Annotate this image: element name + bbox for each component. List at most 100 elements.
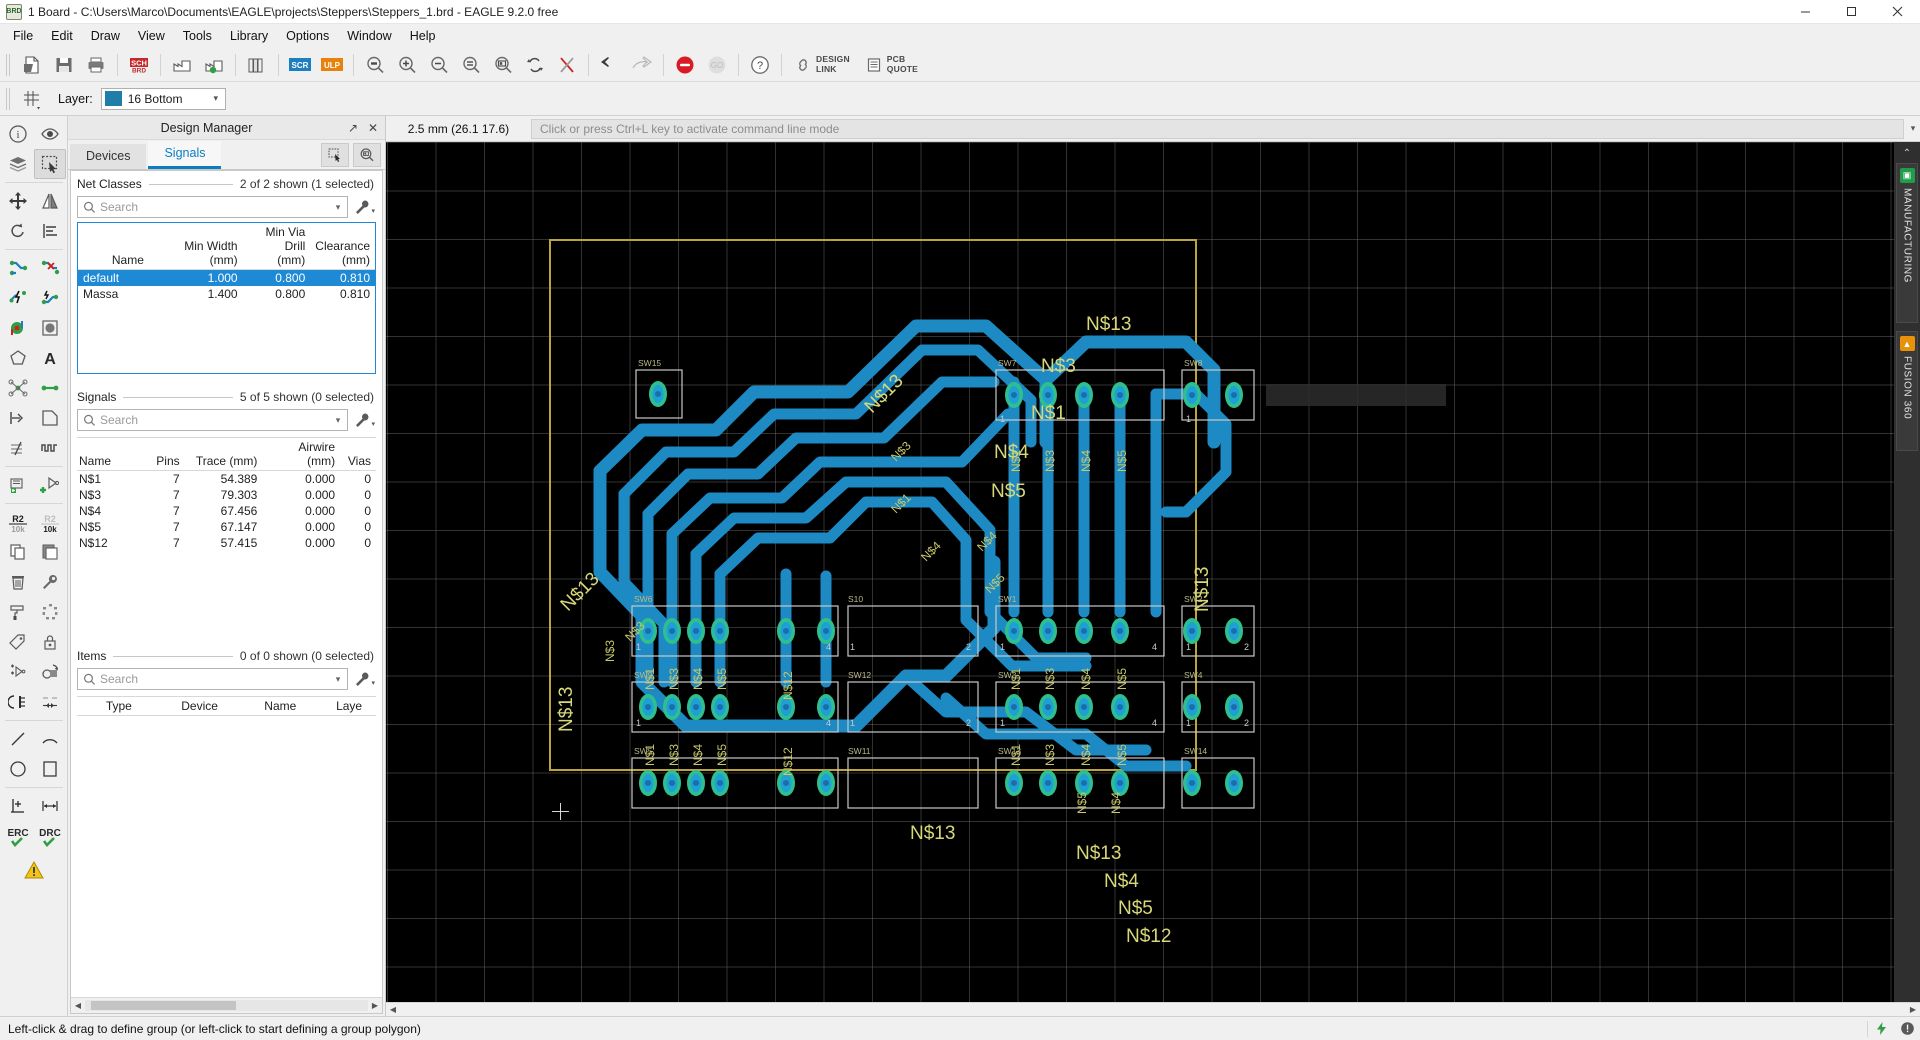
paste-icon[interactable]: [34, 537, 66, 567]
net-classes-settings-icon[interactable]: ▾: [348, 199, 376, 216]
rotate-icon[interactable]: [2, 216, 34, 246]
route-icon[interactable]: [2, 253, 34, 283]
menu-view[interactable]: View: [129, 26, 174, 46]
mirror-icon[interactable]: [34, 186, 66, 216]
polygon-icon[interactable]: [2, 343, 34, 373]
table-row[interactable]: N$3 7 79.303 0.000 0: [77, 487, 376, 503]
wrench-tool-icon[interactable]: [34, 567, 66, 597]
layer-toolbar-grip[interactable]: [5, 87, 13, 110]
col-pins[interactable]: Pins: [142, 438, 185, 471]
net-icon[interactable]: [34, 373, 66, 403]
ratsnest-icon[interactable]: [551, 50, 583, 80]
minimize-button[interactable]: [1782, 0, 1828, 24]
save-icon[interactable]: [48, 50, 80, 80]
drc-icon[interactable]: DRC: [34, 821, 66, 851]
col-layer[interactable]: Laye: [322, 697, 376, 716]
net-classes-search[interactable]: ▾: [77, 196, 348, 218]
hole-icon[interactable]: [34, 313, 66, 343]
dock-tab-manufacturing[interactable]: ▣ MANUFACTURING: [1896, 163, 1918, 323]
lightning-icon[interactable]: [1868, 1017, 1894, 1040]
col-airwire[interactable]: Airwire (mm): [262, 438, 341, 471]
align-icon[interactable]: [34, 216, 66, 246]
menu-file[interactable]: File: [4, 26, 42, 46]
display-layers-icon[interactable]: [2, 149, 34, 179]
signals-settings-icon[interactable]: ▾: [348, 412, 376, 429]
dock-tab-fusion360[interactable]: ▲ FUSION 360: [1896, 331, 1918, 451]
pcb-canvas[interactable]: N$13 N$3 N$1 N$4 N$5 N$13 N$13 N$4 N$5 N…: [386, 142, 1894, 1002]
errors-icon[interactable]: [18, 855, 50, 885]
erc-icon[interactable]: ERC: [2, 821, 34, 851]
table-row[interactable]: N$4 7 67.456 0.000 0: [77, 503, 376, 519]
generate-cam-data-icon[interactable]: [166, 50, 198, 80]
open-icon[interactable]: [16, 50, 48, 80]
col-name[interactable]: Name: [238, 697, 323, 716]
items-search-dropdown-icon[interactable]: ▾: [329, 674, 347, 685]
zoom-select-icon[interactable]: [487, 50, 519, 80]
miter-icon[interactable]: [34, 403, 66, 433]
col-vias[interactable]: Vias: [340, 438, 376, 471]
menu-options[interactable]: Options: [277, 26, 338, 46]
close-button[interactable]: [1874, 0, 1920, 24]
value-icon[interactable]: R2 10k: [34, 507, 66, 537]
split-icon[interactable]: [2, 403, 34, 433]
col-min-via-drill[interactable]: Min Via Drill (mm): [242, 223, 311, 270]
scroll-right-icon[interactable]: ▶: [368, 1001, 382, 1010]
mark-icon[interactable]: [2, 791, 34, 821]
name-icon[interactable]: R2 10k: [2, 507, 34, 537]
scroll-thumb[interactable]: [91, 1001, 236, 1010]
signals-search-dropdown-icon[interactable]: ▾: [329, 415, 347, 426]
refresh-icon[interactable]: [519, 50, 551, 80]
signals-search-input[interactable]: [100, 413, 329, 427]
ulp-icon[interactable]: ULP: [316, 50, 348, 80]
lock-icon[interactable]: [34, 627, 66, 657]
collapse-dock-icon[interactable]: ⌃: [1903, 148, 1911, 159]
menu-draw[interactable]: Draw: [82, 26, 129, 46]
show-icon[interactable]: [34, 119, 66, 149]
zoom-out-icon[interactable]: [423, 50, 455, 80]
change-icon[interactable]: [2, 433, 34, 463]
table-row[interactable]: N$1 7 54.389 0.000 0: [77, 471, 376, 488]
add-part-icon[interactable]: [2, 470, 34, 500]
design-manager-hscrollbar[interactable]: ◀ ▶: [71, 997, 382, 1013]
arc-icon[interactable]: [34, 724, 66, 754]
chevron-down-icon[interactable]: ▾: [207, 93, 225, 104]
close-panel-icon[interactable]: ✕: [365, 121, 381, 135]
tab-devices[interactable]: Devices: [70, 144, 147, 169]
add-gate-plus-icon[interactable]: [2, 657, 34, 687]
meander-icon[interactable]: [34, 433, 66, 463]
zoom-in-icon[interactable]: [391, 50, 423, 80]
copy-icon[interactable]: [2, 537, 34, 567]
maximize-button[interactable]: [1828, 0, 1874, 24]
autorouter-icon[interactable]: [2, 283, 34, 313]
menu-help[interactable]: Help: [401, 26, 445, 46]
select-mode-icon[interactable]: [321, 143, 349, 167]
script-icon[interactable]: SCR: [284, 50, 316, 80]
net-classes-search-dropdown-icon[interactable]: ▾: [329, 202, 347, 213]
menu-library[interactable]: Library: [221, 26, 277, 46]
delete-icon[interactable]: [2, 567, 34, 597]
items-settings-icon[interactable]: ▾: [348, 671, 376, 688]
zoom-reset-icon[interactable]: [455, 50, 487, 80]
circle-icon[interactable]: [2, 754, 34, 784]
col-clearance[interactable]: Clearance (mm): [310, 223, 375, 270]
items-search[interactable]: ▾: [77, 668, 348, 690]
design-link-button[interactable]: DESIGN LINK: [787, 50, 858, 80]
add-gate-icon[interactable]: [34, 470, 66, 500]
print-icon[interactable]: [80, 50, 112, 80]
col-device[interactable]: Device: [160, 697, 239, 716]
table-row[interactable]: N$5 7 67.147 0.000 0: [77, 519, 376, 535]
canvas-scroll-left-icon[interactable]: ◀: [386, 1005, 400, 1014]
command-line-input[interactable]: Click or press Ctrl+L key to activate co…: [531, 118, 1904, 139]
gateswap-icon[interactable]: [34, 687, 66, 717]
alert-icon[interactable]: [1894, 1017, 1920, 1040]
attribute-icon[interactable]: [2, 627, 34, 657]
pcb-quote-button[interactable]: PCB QUOTE: [858, 50, 926, 80]
items-search-input[interactable]: [100, 672, 329, 686]
pinswap-icon[interactable]: [2, 687, 34, 717]
table-row[interactable]: Massa 1.400 0.800 0.810: [78, 286, 375, 302]
replace-icon[interactable]: [34, 657, 66, 687]
library-manager-icon[interactable]: [241, 50, 273, 80]
line-icon[interactable]: [2, 724, 34, 754]
net-classes-search-input[interactable]: [100, 200, 329, 214]
ratsnest-ring-icon[interactable]: [34, 597, 66, 627]
